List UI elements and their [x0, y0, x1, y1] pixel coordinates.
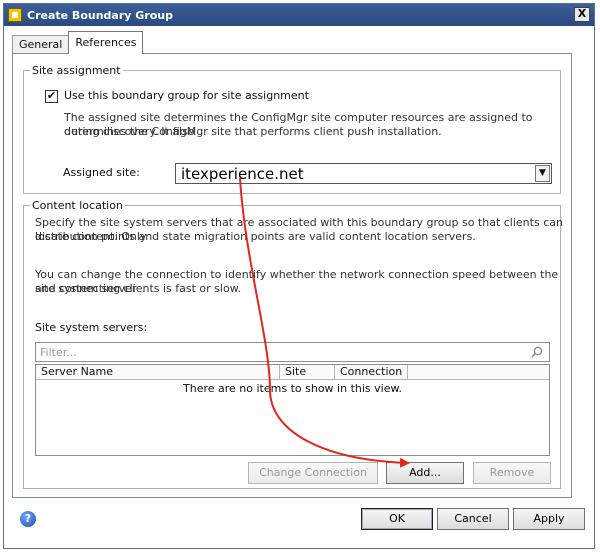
site-assignment-checkbox[interactable]: ✔ — [45, 90, 58, 103]
title-bar: Create Boundary Group X — [4, 4, 594, 26]
tab-strip: General References — [12, 31, 144, 54]
column-server-name[interactable]: Server Name — [36, 365, 280, 380]
site-system-servers-list[interactable]: Server Name Site Connection There are no… — [35, 364, 550, 456]
filter-input[interactable]: Filter... — [35, 342, 550, 362]
filter-placeholder: Filter... — [40, 346, 77, 359]
site-assignment-checkbox-label: Use this boundary group for site assignm… — [64, 89, 309, 102]
assigned-site-dropdown[interactable]: itexperience.net ▼ — [175, 163, 552, 184]
tab-general[interactable]: General — [12, 35, 70, 54]
change-connection-button[interactable]: Change Connection — [248, 462, 378, 484]
assigned-site-value: itexperience.net — [181, 165, 304, 183]
help-icon[interactable]: ? — [20, 511, 36, 527]
assigned-site-label: Assigned site: — [63, 166, 140, 179]
tab-references[interactable]: References — [68, 31, 144, 54]
empty-list-message: There are no items to show in this view. — [183, 382, 402, 395]
search-icon[interactable] — [531, 346, 543, 358]
apply-button[interactable]: Apply — [513, 508, 585, 530]
column-site[interactable]: Site — [280, 365, 335, 380]
site-system-servers-label: Site system servers: — [35, 321, 148, 334]
window-title: Create Boundary Group — [27, 8, 173, 22]
cancel-button[interactable]: Cancel — [437, 508, 509, 530]
ok-button[interactable]: OK — [361, 508, 433, 530]
site-assignment-legend: Site assignment — [32, 64, 121, 77]
references-panel: Site assignment ✔ Use this boundary grou… — [12, 53, 572, 498]
content-location-description-2: distribution points and state migration … — [35, 230, 476, 243]
add-button[interactable]: Add... — [386, 462, 464, 484]
close-button[interactable]: X — [574, 7, 590, 22]
content-location-legend: Content location — [32, 199, 123, 212]
site-assignment-description-2: determines the ConfigMgr site that perfo… — [64, 125, 442, 138]
app-icon — [8, 8, 22, 22]
column-connection[interactable]: Connection — [335, 365, 408, 380]
remove-button[interactable]: Remove — [473, 462, 551, 484]
connection-description-2: and connecting clients is fast or slow. — [35, 282, 242, 295]
chevron-down-icon[interactable]: ▼ — [535, 165, 550, 182]
list-header: Server Name Site Connection — [36, 365, 549, 380]
